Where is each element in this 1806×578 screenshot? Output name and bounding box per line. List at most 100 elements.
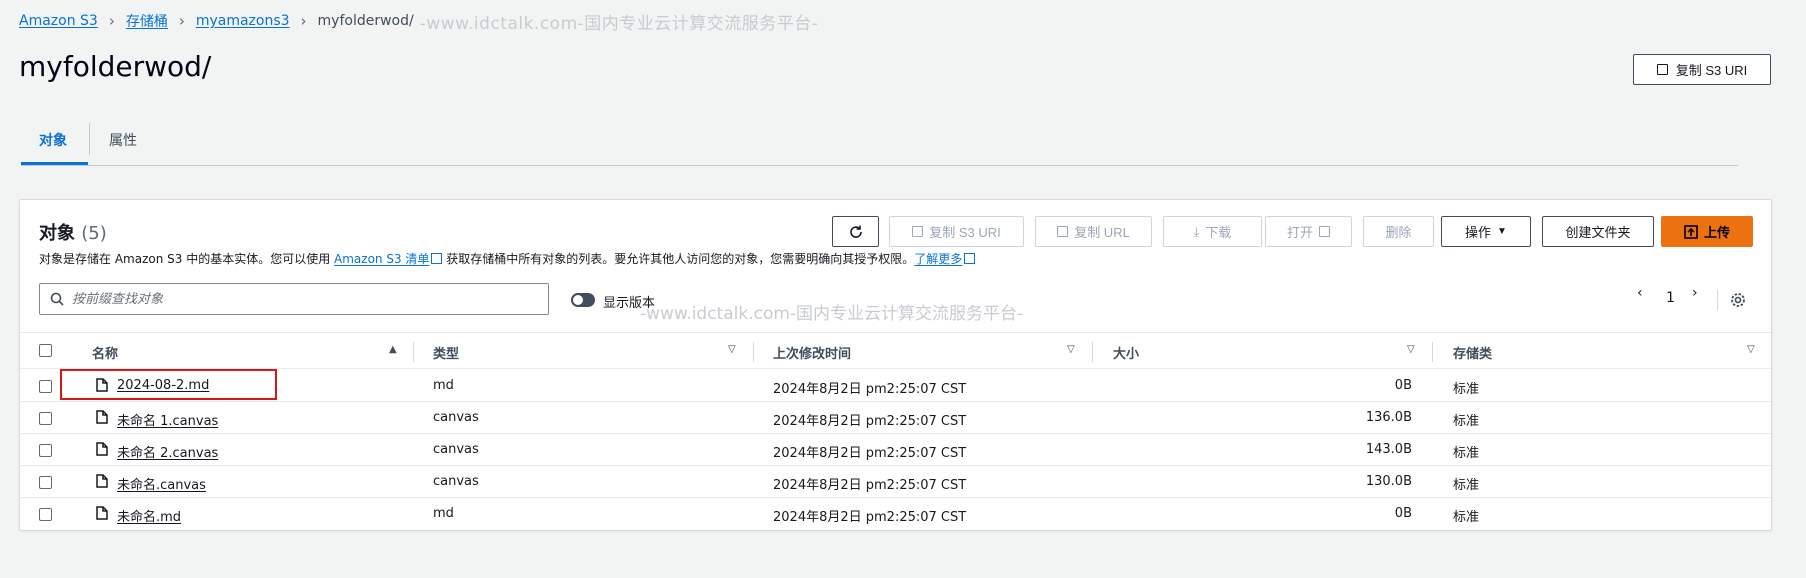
delete-button[interactable]: 删除 [1363,216,1434,247]
column-separator [1092,342,1093,362]
object-size: 0B [1394,506,1412,521]
prev-page-icon[interactable]: ‹ [1637,285,1643,301]
inventory-link[interactable]: Amazon S3 清单 [334,252,429,266]
object-name-link[interactable]: 未命名.md [117,506,181,525]
caret-down-icon: ▼ [1497,226,1507,237]
active-tab-indicator [21,162,88,165]
current-page[interactable]: 1 [1666,290,1675,306]
objects-title: 对象 [39,223,75,244]
table-row: 未命名 2.canvas canvas 2024年8月2日 pm2:25:07 … [20,434,1771,466]
tab-bar: 对象 属性 [21,118,1738,166]
upload-label: 上传 [1703,225,1730,240]
actions-dropdown[interactable]: 操作 ▼ [1441,216,1531,247]
copy-url-button[interactable]: 复制 URL [1035,216,1152,247]
create-folder-label: 创建文件夹 [1565,225,1631,240]
tab-properties[interactable]: 属性 [109,130,137,150]
object-last-modified: 2024年8月2日 pm2:25:07 CST [773,382,967,397]
row-checkbox[interactable] [39,412,52,425]
object-last-modified: 2024年8月2日 pm2:25:07 CST [773,414,967,429]
chevron-right-icon: › [300,12,307,30]
row-checkbox[interactable] [39,380,52,393]
refresh-button[interactable] [832,216,879,247]
file-icon [96,410,108,424]
description-text-2: 获取存储桶中所有对象的列表。要允许其他人访问您的对象，您需要明确向其授予权限。 [442,252,915,266]
breadcrumb-current: myfolderwod/ [317,13,414,29]
column-separator [753,342,754,362]
sort-caret-icon[interactable]: ▽ [1067,344,1075,355]
object-type: md [433,506,454,521]
external-link-icon [431,253,443,264]
column-name[interactable]: 名称 [92,343,118,362]
object-type: canvas [433,442,479,457]
file-icon [96,442,108,456]
file-icon [96,474,108,488]
actions-label: 操作 [1465,225,1492,240]
upload-icon [1684,224,1698,239]
download-icon: ⤓ [1193,223,1200,239]
select-all-checkbox[interactable] [39,344,52,357]
table-row: 未命名.canvas canvas 2024年8月2日 pm2:25:07 CS… [20,466,1771,498]
search-icon [50,292,64,306]
column-storage-class[interactable]: 存储类 [1453,343,1492,362]
copy-s3-uri-header-button[interactable]: 复制 S3 URI [1633,54,1771,85]
open-label: 打开 [1286,225,1313,240]
open-button[interactable]: 打开 [1265,216,1352,247]
copy-icon [912,226,924,237]
objects-description: 对象是存储在 Amazon S3 中的基本实体。您可以使用 Amazon S3 … [39,250,976,267]
objects-panel: 对象 (5) 对象是存储在 Amazon S3 中的基本实体。您可以使用 Ama… [19,199,1772,531]
watermark-text: -www.idctalk.com-国内专业云计算交流服务平台- [419,13,819,34]
tab-divider [89,123,90,155]
copy-s3-uri-button-label: 复制 S3 URI [929,225,1001,240]
objects-panel-title: 对象 (5) [39,219,107,245]
breadcrumb-buckets[interactable]: 存储桶 [126,11,168,31]
sort-ascending-icon[interactable]: ▲ [389,344,397,355]
tab-objects[interactable]: 对象 [39,130,67,150]
copy-icon [1057,226,1069,237]
watermark-text: -www.idctalk.com-国内专业云计算交流服务平台- [640,304,1024,324]
object-size: 136.0B [1365,410,1412,425]
row-checkbox[interactable] [39,444,52,457]
object-name-link[interactable]: 未命名 2.canvas [117,442,218,461]
copy-s3-uri-button[interactable]: 复制 S3 URI [889,216,1024,247]
column-size[interactable]: 大小 [1113,343,1139,362]
search-input[interactable] [72,291,532,307]
sort-caret-icon[interactable]: ▽ [728,344,736,355]
breadcrumb: Amazon S3 › 存储桶 › myamazons3 › myfolderw… [19,11,819,34]
external-link-icon [1319,226,1330,237]
objects-count: (5) [81,223,107,244]
sort-caret-icon[interactable]: ▽ [1747,344,1755,355]
object-name-link[interactable]: 未命名 1.canvas [117,410,218,429]
column-last-modified[interactable]: 上次修改时间 [773,343,851,362]
copy-url-label: 复制 URL [1074,225,1130,240]
download-label: 下载 [1205,225,1232,240]
row-checkbox[interactable] [39,508,52,521]
object-name-link[interactable]: 未命名.canvas [117,474,206,493]
object-storage-class: 标准 [1453,478,1480,493]
download-button[interactable]: ⤓ 下载 [1163,216,1262,247]
object-size: 143.0B [1365,442,1412,457]
file-icon [96,506,108,520]
refresh-icon [849,225,862,238]
settings-gear-icon[interactable] [1730,292,1746,308]
breadcrumb-amazon-s3[interactable]: Amazon S3 [19,13,98,29]
breadcrumb-bucket[interactable]: myamazons3 [196,13,290,29]
object-storage-class: 标准 [1453,414,1480,429]
search-box [39,283,549,315]
copy-s3-uri-label: 复制 S3 URI [1675,63,1748,78]
object-type: canvas [433,474,479,489]
chevron-right-icon: › [108,12,115,30]
highlight-box [60,369,277,400]
next-page-icon[interactable]: › [1692,285,1698,301]
description-text-1: 对象是存储在 Amazon S3 中的基本实体。您可以使用 [39,252,335,266]
copy-icon [1656,64,1668,75]
table-row: 未命名.md md 2024年8月2日 pm2:25:07 CST 0B 标准 [20,498,1771,530]
create-folder-button[interactable]: 创建文件夹 [1542,216,1654,247]
chevron-right-icon: › [178,12,185,30]
learn-more-link[interactable]: 了解更多 [914,252,962,266]
column-type[interactable]: 类型 [433,343,459,362]
row-checkbox[interactable] [39,476,52,489]
upload-button[interactable]: 上传 [1661,216,1753,247]
sort-caret-icon[interactable]: ▽ [1407,344,1415,355]
show-versions-toggle[interactable] [571,293,595,307]
pager-divider [1717,289,1718,311]
